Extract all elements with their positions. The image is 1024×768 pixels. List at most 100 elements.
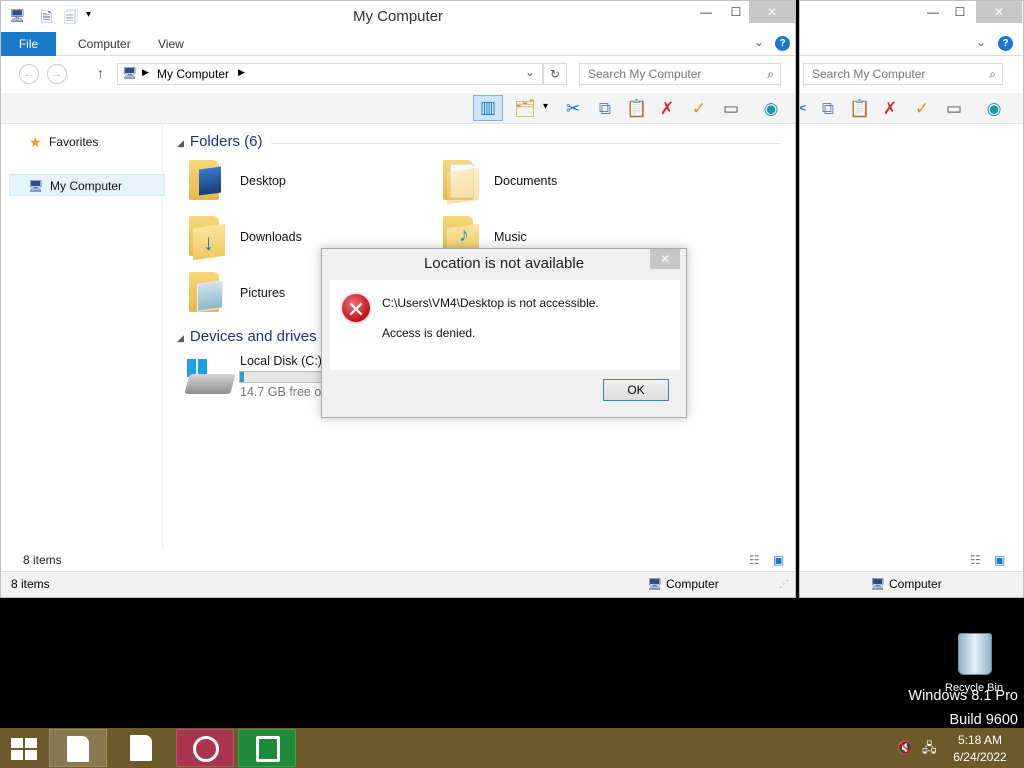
checkmark-icon[interactable]: ✓ <box>910 97 934 121</box>
status-location: Computer <box>666 577 719 591</box>
title-bar: 🖥 🗎 🗐 ▾ My Computer — ☐ ✕ <box>1 1 795 31</box>
address-bar: Search My Computer ⌕ <box>800 57 1023 93</box>
folder-options-icon[interactable]: 🗂 <box>513 97 537 121</box>
help-icon[interactable]: ? <box>775 36 790 51</box>
chevron-down-icon[interactable]: ⌄ <box>754 35 764 49</box>
details-view-icon[interactable]: ☷ <box>970 549 981 571</box>
desktop-preview <box>199 166 221 196</box>
nav-item-favorites[interactable]: ★ Favorites <box>1 131 163 153</box>
clock[interactable]: 5:18 AM 6/24/2022 <box>948 732 1012 766</box>
delete-icon[interactable]: ✗ <box>878 97 902 121</box>
breadcrumb-separator-icon[interactable]: ▶ <box>142 67 149 78</box>
rename-icon[interactable]: ▭ <box>942 97 966 121</box>
watermark-edition: Windows 8.1 Pro <box>908 688 1018 704</box>
delete-icon[interactable]: ✗ <box>655 97 679 121</box>
breadcrumb[interactable]: My Computer <box>157 67 229 81</box>
minimize-icon[interactable]: — <box>918 1 948 23</box>
close-icon[interactable]: ✕ <box>749 1 795 23</box>
back-icon[interactable]: ← <box>19 64 39 84</box>
shell-icon[interactable]: ◉ <box>982 97 1006 121</box>
document-icon <box>130 735 152 761</box>
taskbar-app-store[interactable] <box>238 729 296 767</box>
tab-view[interactable]: View <box>158 32 184 56</box>
address-bar: ← → ↑ 🖥 ▶ My Computer ▶ ⌄ ↻ Search My Co… <box>1 57 795 93</box>
window-title: My Computer <box>352 8 444 25</box>
folder-item[interactable]: Documents <box>431 158 671 208</box>
navigation-pane: ★ Favorites 🖥 My Computer <box>1 124 165 549</box>
address-history-dropdown-icon[interactable]: ⌄ <box>525 65 535 79</box>
dialog-detail: Access is denied. <box>382 326 476 340</box>
maximize-icon[interactable]: ☐ <box>721 1 751 23</box>
maximize-icon[interactable]: ☐ <box>945 1 975 23</box>
search-input[interactable]: Search My Computer ⌕ <box>803 63 1003 85</box>
shell-icon[interactable]: ◉ <box>759 97 783 121</box>
nav-item-my-computer[interactable]: 🖥 My Computer <box>9 174 165 196</box>
refresh-icon[interactable]: ↻ <box>543 63 567 85</box>
folder-label: Music <box>494 230 527 244</box>
checkmark-icon[interactable]: ✓ <box>687 97 711 121</box>
picture-preview <box>197 280 223 312</box>
desktop-folder-icon <box>189 160 227 202</box>
search-placeholder: Search My Computer <box>812 67 926 81</box>
documents-folder-icon <box>443 160 481 205</box>
title-bar: — ☐ ✕ <box>800 1 1023 31</box>
item-count: 8 items <box>23 553 62 567</box>
cut-icon[interactable]: ✂ <box>800 97 812 121</box>
forward-icon[interactable]: → <box>47 64 67 84</box>
taskbar-app-explorer-2[interactable] <box>112 729 170 767</box>
folder-label: Pictures <box>240 286 286 300</box>
tab-file[interactable]: File <box>1 32 56 56</box>
up-icon[interactable]: ↑ <box>97 65 104 81</box>
minimize-icon[interactable]: — <box>691 1 721 23</box>
network-icon[interactable]: 🖧 <box>922 739 937 761</box>
tab-computer[interactable]: Computer <box>78 32 131 56</box>
folder-item[interactable]: Desktop <box>177 158 417 208</box>
address-input[interactable]: 🖥 ▶ My Computer ▶ ⌄ <box>117 63 543 85</box>
devices-header[interactable]: ◢ Devices and drives ( <box>177 328 326 345</box>
breadcrumb-separator-icon[interactable]: ▶ <box>238 67 245 78</box>
windows-watermark: Windows 8.1 Pro Build 9600 <box>908 684 1018 732</box>
dialog-close-button[interactable]: ✕ <box>650 249 680 269</box>
folders-header[interactable]: ◢ Folders (6) <box>177 133 262 150</box>
error-dialog: Location is not available ✕ ✕ C:\Users\V… <box>321 248 687 418</box>
search-input[interactable]: Search My Computer ⌕ <box>579 63 781 85</box>
computer-icon: 🖥 <box>647 577 663 591</box>
toolbar: ✂ ⧉ 📋 ✗ ✓ ▭ ◉ <box>800 93 1023 124</box>
close-icon[interactable]: ✕ <box>976 1 1022 23</box>
taskbar: 🔇 🖧 5:18 AM 6/24/2022 <box>0 728 1024 768</box>
cut-icon[interactable]: ✂ <box>561 97 585 121</box>
ok-button[interactable]: OK <box>603 379 669 401</box>
computer-icon: 🖥 <box>28 179 44 193</box>
folder-label: Downloads <box>240 230 302 244</box>
details-view-icon[interactable]: ☷ <box>749 549 760 571</box>
rename-icon[interactable]: ▭ <box>719 97 743 121</box>
document-icon <box>67 736 89 762</box>
paste-icon[interactable]: 📋 <box>848 97 872 121</box>
drive-usage-fill <box>240 372 245 382</box>
folders-header-label: Folders (6) <box>189 133 263 150</box>
chevron-down-icon[interactable]: ▾ <box>543 101 548 112</box>
drive-free-space: 14.7 GB free of <box>240 385 325 399</box>
speaker-muted-icon[interactable]: 🔇 <box>897 740 913 756</box>
ribbon-bar: ⌄ ? <box>800 32 1023 56</box>
collapse-icon[interactable]: ◢ <box>177 138 184 148</box>
tiles-view-icon[interactable]: ▣ <box>773 549 784 571</box>
taskbar-app-alarms[interactable] <box>176 729 234 767</box>
copy-icon[interactable]: ⧉ <box>593 97 617 121</box>
collapse-icon[interactable]: ◢ <box>177 333 184 343</box>
copy-icon[interactable]: ⧉ <box>816 97 840 121</box>
download-arrow-icon: ↓ <box>203 230 214 255</box>
tiles-view-icon[interactable]: ▣ <box>994 549 1005 571</box>
help-icon[interactable]: ? <box>998 36 1013 51</box>
recycle-bin[interactable]: Recycle Bin <box>940 630 1012 694</box>
toolbar: ▥ 🗂 ▾ ✂ ⧉ 📋 ✗ ✓ ▭ ◉ <box>1 93 795 124</box>
preview-pane-icon[interactable]: ▥ <box>473 95 503 121</box>
hard-drive-icon <box>184 374 236 394</box>
chevron-down-icon[interactable]: ⌄ <box>976 35 986 49</box>
resize-grip-icon[interactable]: ⋰ <box>779 573 789 597</box>
search-icon: ⌕ <box>767 67 774 81</box>
taskbar-app-explorer[interactable] <box>49 729 107 767</box>
windows-logo-icon <box>11 738 37 760</box>
paste-icon[interactable]: 📋 <box>625 97 649 121</box>
computer-icon: 🖥 <box>122 66 138 80</box>
